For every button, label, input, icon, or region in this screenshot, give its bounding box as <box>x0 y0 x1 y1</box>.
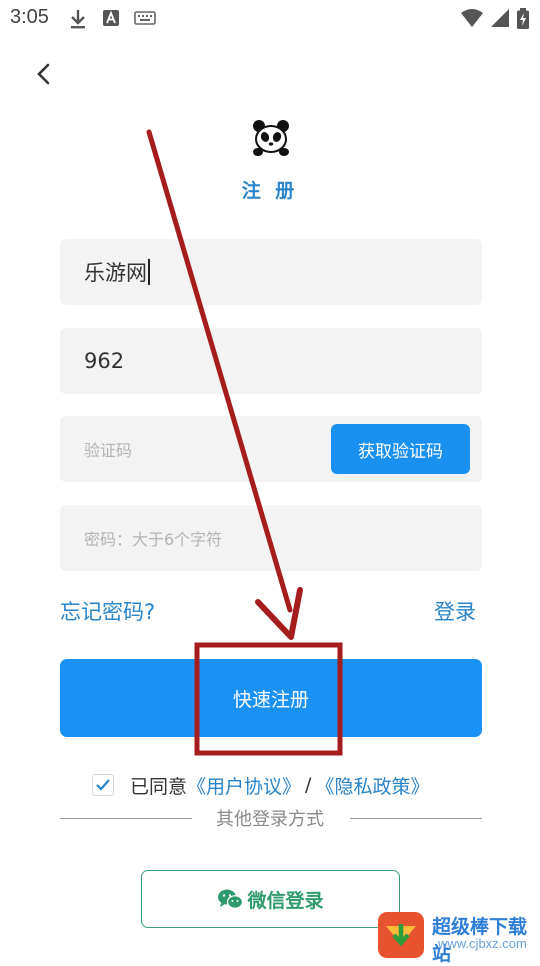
username-field[interactable]: 乐游网 <box>60 239 482 305</box>
login-link[interactable]: 登录 <box>434 596 476 626</box>
agreement-row: 已同意 《用户协议》 / 《隐私政策》 <box>92 770 429 800</box>
agreement-checkbox[interactable] <box>92 774 114 796</box>
status-time: 3:05 <box>10 6 49 28</box>
code-placeholder: 验证码 <box>84 441 133 460</box>
wechat-login-label: 微信登录 <box>247 889 324 912</box>
back-arrow-icon <box>37 63 50 85</box>
password-field[interactable]: 密码：大于6个字符 <box>60 505 482 571</box>
quick-register-button[interactable]: 快速注册 <box>60 659 482 737</box>
download-icon <box>71 10 85 29</box>
status-bar: 3:05 <box>0 0 540 36</box>
wifi-icon <box>461 9 483 27</box>
phone-value: 962 <box>84 349 125 373</box>
check-icon <box>96 779 110 791</box>
password-placeholder: 密码：大于6个字符 <box>84 530 223 549</box>
divider-right <box>350 818 482 819</box>
wechat-icon <box>218 889 244 909</box>
watermark-url: www.cjbxz.com <box>438 936 527 951</box>
wechat-login-button[interactable]: 微信登录 <box>141 870 400 928</box>
phone-field[interactable]: 962 <box>60 328 482 394</box>
a-icon <box>103 10 119 26</box>
panda-logo-icon <box>253 120 289 156</box>
annotation-arrowhead <box>255 587 303 640</box>
back-button[interactable] <box>26 56 62 92</box>
keyboard-icon <box>134 11 156 25</box>
battery-icon <box>517 8 529 29</box>
privacy-policy-link[interactable]: 《隐私政策》 <box>315 772 429 799</box>
agreement-separator: / <box>305 774 312 796</box>
username-value: 乐游网 <box>84 261 147 285</box>
verification-code-field[interactable]: 验证码 获取验证码 <box>60 416 482 482</box>
page-title: 注 册 <box>241 180 299 202</box>
agreement-prefix: 已同意 <box>130 775 188 798</box>
text-caret <box>148 259 150 285</box>
user-agreement-link[interactable]: 《用户协议》 <box>187 772 301 799</box>
get-code-button[interactable]: 获取验证码 <box>331 424 470 474</box>
signal-icon <box>491 9 509 27</box>
forgot-password-link[interactable]: 忘记密码? <box>60 596 155 626</box>
